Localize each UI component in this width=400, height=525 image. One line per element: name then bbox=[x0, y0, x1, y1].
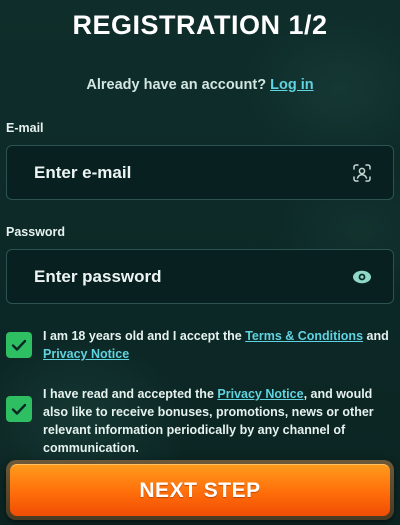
email-field[interactable] bbox=[34, 162, 334, 183]
marketing-consent-row: I have read and accepted the Privacy Not… bbox=[6, 385, 394, 457]
checkmark-icon bbox=[11, 403, 27, 415]
email-field-box[interactable] bbox=[6, 145, 394, 200]
login-prompt-text: Already have an account? bbox=[86, 77, 267, 93]
face-scan-icon[interactable] bbox=[351, 162, 373, 184]
eye-icon[interactable] bbox=[351, 266, 373, 288]
terms-conditions-link[interactable]: Terms & Conditions bbox=[245, 329, 363, 343]
marketing-text-before: I have read and accepted the bbox=[43, 387, 214, 401]
privacy-notice-link[interactable]: Privacy Notice bbox=[43, 347, 129, 361]
login-prompt: Already have an account? Log in bbox=[0, 77, 400, 93]
page-title: REGISTRATION 1/2 bbox=[72, 10, 328, 40]
password-label: Password bbox=[6, 225, 66, 239]
login-link[interactable]: Log in bbox=[270, 77, 314, 93]
terms-text-before: I am 18 years old and I accept the bbox=[43, 329, 242, 343]
marketing-consent-text: I have read and accepted the Privacy Not… bbox=[43, 385, 383, 457]
terms-consent-text: I am 18 years old and I accept the Terms… bbox=[43, 327, 389, 363]
next-step-button[interactable]: NEXT STEP bbox=[6, 460, 394, 520]
next-step-button-face[interactable]: NEXT STEP bbox=[10, 464, 390, 516]
marketing-checkbox[interactable] bbox=[6, 396, 32, 422]
checkmark-icon bbox=[11, 339, 27, 351]
privacy-notice-link-2[interactable]: Privacy Notice bbox=[217, 387, 303, 401]
terms-checkbox[interactable] bbox=[6, 332, 32, 358]
next-step-label: NEXT STEP bbox=[139, 478, 261, 502]
email-label: E-mail bbox=[6, 121, 44, 135]
terms-consent-row: I am 18 years old and I accept the Terms… bbox=[6, 327, 394, 363]
password-field[interactable] bbox=[34, 266, 334, 287]
terms-text-and: and bbox=[366, 329, 389, 343]
password-field-box[interactable] bbox=[6, 249, 394, 304]
